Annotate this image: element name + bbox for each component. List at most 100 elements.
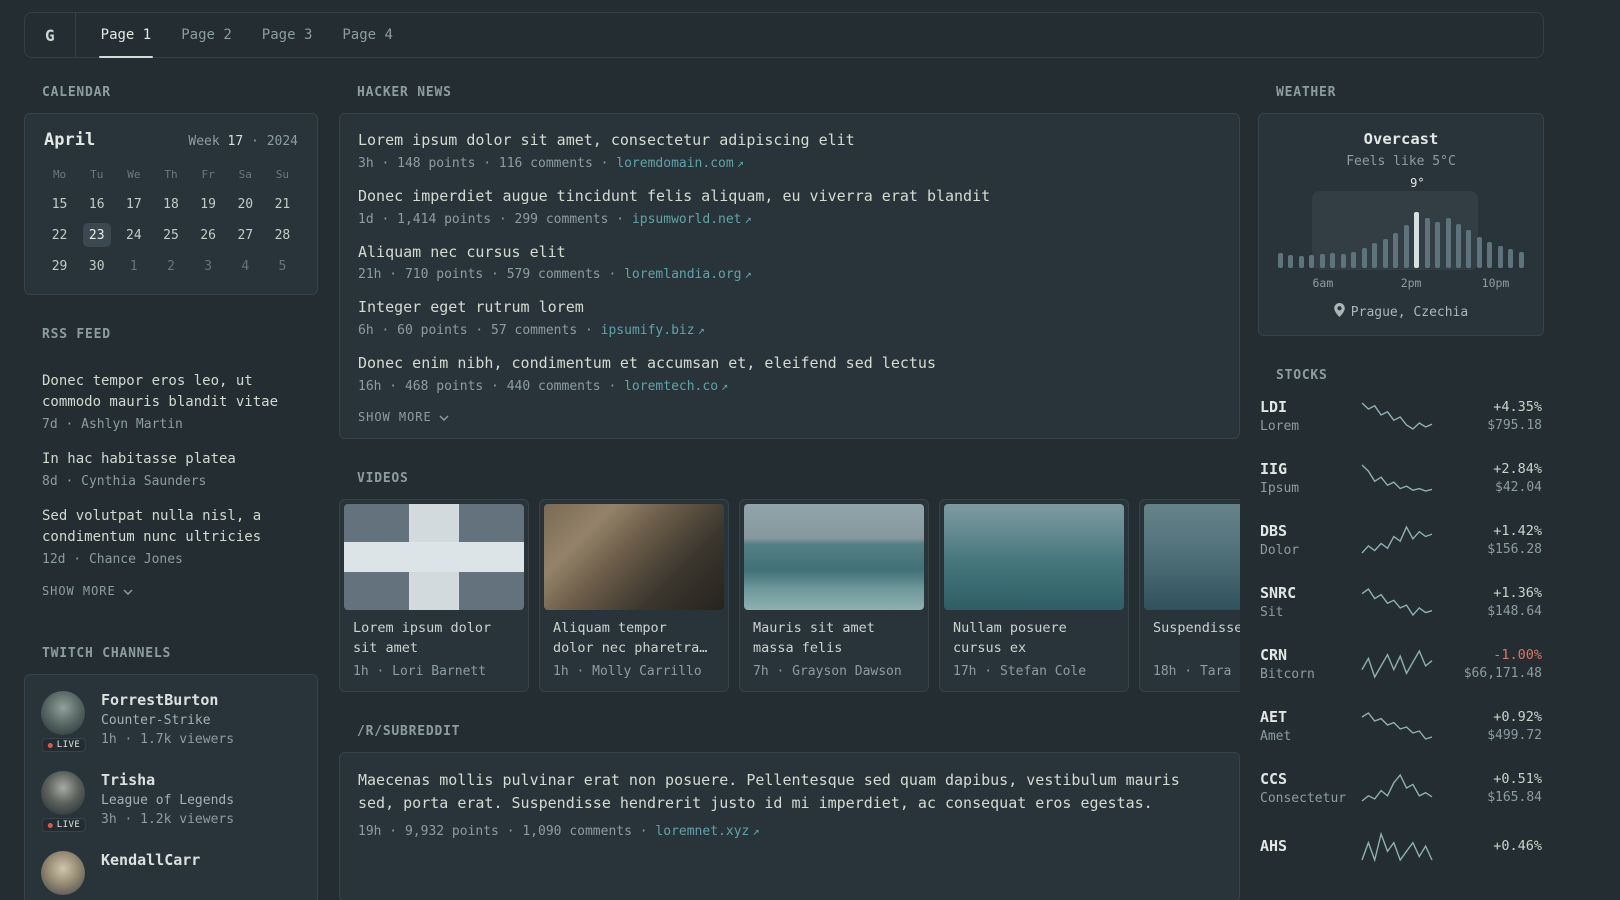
calendar-week-number: 17	[227, 134, 244, 149]
video-thumbnail[interactable]	[744, 503, 924, 610]
hackernews-item-domain[interactable]: loremtech.co	[624, 379, 718, 394]
live-badge: LIVE	[41, 738, 87, 752]
calendar-widget-header: CALENDAR	[42, 85, 111, 100]
hackernews-card: Lorem ipsum dolor sit amet, consectetur …	[339, 113, 1240, 439]
hackernews-item-meta: 3h · 148 points · 116 comments · loremdo…	[358, 156, 1221, 171]
hackernews-item-meta: 16h · 468 points · 440 comments · loremt…	[358, 379, 1221, 394]
twitch-channel-name[interactable]: KendallCarr	[101, 851, 200, 869]
twitch-channel-row[interactable]: LIVE ForrestBurton Counter-Strike 1h · 1…	[41, 691, 301, 752]
video-title[interactable]: Lorem ipsum dolor sit amet consectetu…	[344, 610, 524, 658]
hackernews-item: Donec enim nibh, condimentum et accumsan…	[358, 353, 1221, 394]
stock-row[interactable]: CCS Consectetur +0.51% $165.84	[1260, 770, 1542, 806]
stock-row[interactable]: AHS +0.46%	[1260, 832, 1542, 862]
video-card[interactable]: Lorem ipsum dolor sit amet consectetu… 1…	[339, 498, 529, 692]
stock-row[interactable]: LDI Lorem +4.35% $795.18	[1260, 398, 1542, 434]
temp-bar	[1382, 239, 1388, 268]
temp-bar	[1278, 253, 1283, 268]
twitch-avatar-wrap: LIVE	[41, 771, 87, 832]
video-thumbnail[interactable]	[944, 503, 1124, 610]
rss-item-title[interactable]: Donec tempor eros leo, ut commodo mauris…	[42, 371, 300, 413]
stock-symbol: LDI	[1260, 398, 1288, 416]
calendar-dow: Su	[275, 168, 290, 181]
rss-list: Donec tempor eros leo, ut commodo mauris…	[24, 355, 318, 614]
weather-location-label: Prague, Czechia	[1350, 304, 1469, 320]
stock-symbol: AHS	[1260, 836, 1288, 855]
stock-sparkline	[1361, 525, 1433, 554]
stock-id: SNRC Sit	[1260, 584, 1352, 620]
hackernews-item-domain[interactable]: loremlandia.org	[624, 267, 741, 282]
external-link-icon: ↗	[744, 211, 752, 226]
hackernews-item-domain[interactable]: loremdomain.com	[616, 156, 733, 171]
stock-sparkline	[1361, 464, 1433, 492]
stock-price: $66,171.48	[1463, 666, 1542, 681]
tab-page-2[interactable]: Page 2	[166, 13, 247, 57]
temp-bar	[1455, 224, 1461, 268]
stock-price: $148.64	[1487, 604, 1542, 619]
calendar-day: 15	[51, 196, 68, 212]
hackernews-item-title[interactable]: Aliquam nec cursus elit	[358, 242, 1221, 264]
video-card[interactable]: Nullam posuere cursus ex 17h · Stefan Co…	[939, 498, 1129, 692]
hackernews-item: Lorem ipsum dolor sit amet, consectetur …	[358, 130, 1221, 171]
hackernews-item-title[interactable]: Lorem ipsum dolor sit amet, consectetur …	[358, 130, 1221, 152]
video-card[interactable]: Aliquam tempor dolor nec pharetra… 1h · …	[539, 498, 729, 692]
rss-item[interactable]: In hac habitasse platea 8d · Cynthia Sau…	[42, 449, 300, 489]
top-nav: G Page 1 Page 2 Page 3 Page 4	[24, 12, 1544, 58]
stock-row[interactable]: AET Amet +0.92% $499.72	[1260, 708, 1542, 744]
rss-item[interactable]: Donec tempor eros leo, ut commodo mauris…	[42, 371, 300, 432]
stock-price: $795.18	[1487, 418, 1542, 433]
stock-symbol: CCS	[1260, 770, 1288, 788]
video-thumbnail[interactable]	[1144, 503, 1240, 610]
location-pin-icon	[1334, 303, 1345, 321]
calendar-separator: ·	[251, 134, 259, 149]
twitch-channel-name[interactable]: Trisha	[101, 771, 234, 789]
video-card[interactable]: Mauris sit amet massa felis 7h · Grayson…	[739, 498, 929, 692]
video-card[interactable]: Suspendisse diam 18h · Tara	[1139, 498, 1240, 692]
live-dot-icon	[47, 822, 53, 828]
stock-row[interactable]: CRN Bitcorn -1.00% $66,171.48	[1260, 646, 1542, 682]
video-title[interactable]: Nullam posuere cursus ex	[944, 610, 1124, 658]
rss-show-more-button[interactable]: SHOW MORE	[42, 584, 133, 598]
stock-row[interactable]: DBS Dolor +1.42% $156.28	[1260, 522, 1542, 558]
hackernews-widget: HACKER NEWS Lorem ipsum dolor sit amet, …	[339, 85, 1240, 439]
subreddit-card: Maecenas mollis pulvinar erat non posuer…	[339, 751, 1240, 900]
subreddit-post-title[interactable]: Maecenas mollis pulvinar erat non posuer…	[358, 771, 1180, 812]
hackernews-show-more-label: SHOW MORE	[358, 409, 432, 424]
rss-item-title[interactable]: Sed volutpat nulla nisl, a condimentum n…	[42, 506, 300, 548]
page-tabs: Page 1 Page 2 Page 3 Page 4	[86, 13, 408, 58]
twitch-channel-row[interactable]: KendallCarr	[41, 851, 301, 895]
video-title[interactable]: Suspendisse diam	[1144, 610, 1240, 658]
stock-values: -1.00% $66,171.48	[1442, 647, 1542, 681]
video-title[interactable]: Mauris sit amet massa felis	[744, 610, 924, 658]
live-badge: LIVE	[41, 818, 87, 832]
hackernews-item-title[interactable]: Integer eget rutrum lorem	[358, 297, 1221, 319]
avatar	[41, 771, 85, 815]
rss-item[interactable]: Sed volutpat nulla nisl, a condimentum n…	[42, 506, 300, 567]
tab-page-1[interactable]: Page 1	[86, 13, 167, 58]
tab-page-4[interactable]: Page 4	[327, 13, 408, 57]
stock-sparkline	[1361, 712, 1433, 740]
tab-page-3[interactable]: Page 3	[247, 13, 328, 57]
hackernews-item-stats: 6h · 60 points · 57 comments ·	[358, 323, 593, 338]
stock-row[interactable]: SNRC Sit +1.36% $148.64	[1260, 584, 1542, 620]
rss-item-title[interactable]: In hac habitasse platea	[42, 449, 300, 470]
subreddit-post-domain[interactable]: loremnet.xyz	[655, 824, 749, 839]
hackernews-item-title[interactable]: Donec imperdiet augue tincidunt felis al…	[358, 186, 1221, 208]
external-link-icon: ↗	[736, 155, 744, 170]
hackernews-item-domain[interactable]: ipsumify.biz	[601, 323, 695, 338]
video-thumbnail[interactable]	[344, 503, 524, 610]
twitch-channel-row[interactable]: LIVE Trisha League of Legends 3h · 1.2k …	[41, 771, 301, 832]
hackernews-item-title[interactable]: Donec enim nibh, condimentum et accumsan…	[358, 353, 1221, 375]
hackernews-item: Aliquam nec cursus elit 21h · 710 points…	[358, 242, 1221, 283]
video-thumbnail[interactable]	[544, 503, 724, 610]
calendar-dow: We	[127, 168, 141, 181]
stock-symbol: IIG	[1260, 460, 1288, 478]
stock-price: $499.72	[1487, 728, 1542, 743]
video-title[interactable]: Aliquam tempor dolor nec pharetra…	[544, 610, 724, 658]
hackernews-show-more-button[interactable]: SHOW MORE	[358, 410, 449, 424]
twitch-channel-name[interactable]: ForrestBurton	[101, 691, 234, 709]
calendar-day: 26	[200, 227, 216, 243]
stock-row[interactable]: IIG Ipsum +2.84% $42.04	[1260, 460, 1542, 496]
app-logo[interactable]: G	[25, 13, 75, 57]
stock-name: Sit	[1260, 605, 1284, 620]
hackernews-item-domain[interactable]: ipsumworld.net	[632, 212, 742, 227]
